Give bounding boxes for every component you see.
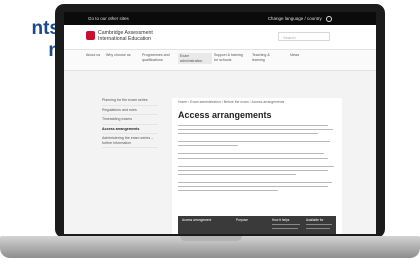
nav-item-news[interactable]: News bbox=[290, 53, 299, 58]
nav-item-exam-administration[interactable]: Exam administration bbox=[178, 53, 212, 64]
nav-item-why-choose-us[interactable]: Why choose us bbox=[106, 53, 131, 58]
text-line bbox=[178, 190, 278, 192]
text-line bbox=[178, 170, 328, 172]
section-sidebar: Planning for the exam series Regulations… bbox=[102, 96, 158, 148]
site-logo[interactable]: Cambridge Assessment International Educa… bbox=[98, 30, 153, 42]
cambridge-crest-icon bbox=[86, 31, 95, 40]
sidebar-item-regulations[interactable]: Regulations and rules bbox=[102, 106, 158, 115]
change-language-label: Change language / country bbox=[267, 16, 322, 21]
site-header: Cambridge Assessment International Educa… bbox=[64, 25, 376, 49]
globe-icon bbox=[326, 15, 332, 22]
laptop-base-notch bbox=[180, 236, 242, 241]
text-line bbox=[178, 174, 296, 176]
table-header-arrangement: Access arrangement bbox=[182, 218, 212, 222]
text-line bbox=[178, 133, 318, 135]
promo-text: nts n bbox=[0, 18, 61, 62]
table-header-how-it-helps: How it helps bbox=[272, 218, 290, 222]
sidebar-item-further-information[interactable]: Administering the exam series – further … bbox=[102, 134, 158, 148]
laptop-screen: Go to our other sites Change language / … bbox=[64, 12, 376, 234]
text-line bbox=[178, 153, 324, 155]
sidebar-item-timetabling[interactable]: Timetabling exams bbox=[102, 115, 158, 125]
page-title: Access arrangements bbox=[178, 110, 272, 120]
utility-bar: Go to our other sites Change language / … bbox=[64, 12, 376, 25]
text-line bbox=[178, 186, 328, 188]
table-text-line bbox=[272, 224, 300, 226]
promo-line-1: nts bbox=[31, 18, 61, 39]
table-header-purpose: Purpose bbox=[236, 218, 248, 222]
access-arrangements-table: Access arrangement Purpose How it helps … bbox=[178, 216, 336, 234]
text-line bbox=[178, 182, 332, 184]
change-language-link[interactable]: Change language / country bbox=[268, 12, 332, 25]
logo-line-2: International Education bbox=[98, 36, 152, 42]
nav-item-about-us[interactable]: About us bbox=[86, 53, 100, 58]
nav-item-teaching-learning[interactable]: Teaching & learning bbox=[252, 53, 280, 62]
text-line bbox=[178, 129, 333, 131]
table-text-line bbox=[306, 228, 330, 230]
text-line bbox=[178, 125, 328, 127]
text-line bbox=[178, 166, 334, 168]
search-input[interactable]: Search bbox=[278, 32, 330, 41]
main-navigation: About us Why choose us Programmes and qu… bbox=[64, 49, 376, 71]
sidebar-item-access-arrangements[interactable]: Access arrangements bbox=[102, 125, 158, 134]
nav-item-support-training[interactable]: Support & training for schools bbox=[214, 53, 246, 62]
main-content: Home › Exam administration › Before the … bbox=[172, 98, 342, 234]
table-text-line bbox=[306, 224, 332, 226]
text-line bbox=[178, 158, 328, 160]
sidebar-item-planning[interactable]: Planning for the exam series bbox=[102, 96, 158, 106]
breadcrumb[interactable]: Home › Exam administration › Before the … bbox=[178, 100, 284, 104]
promo-line-2: n bbox=[0, 40, 60, 62]
text-line bbox=[178, 141, 330, 143]
other-sites-link[interactable]: Go to our other sites bbox=[88, 12, 129, 25]
table-header-available-for: Available for bbox=[306, 218, 324, 222]
table-text-line bbox=[272, 228, 298, 230]
text-line bbox=[178, 145, 238, 147]
nav-item-programmes[interactable]: Programmes and qualifications bbox=[142, 53, 172, 62]
